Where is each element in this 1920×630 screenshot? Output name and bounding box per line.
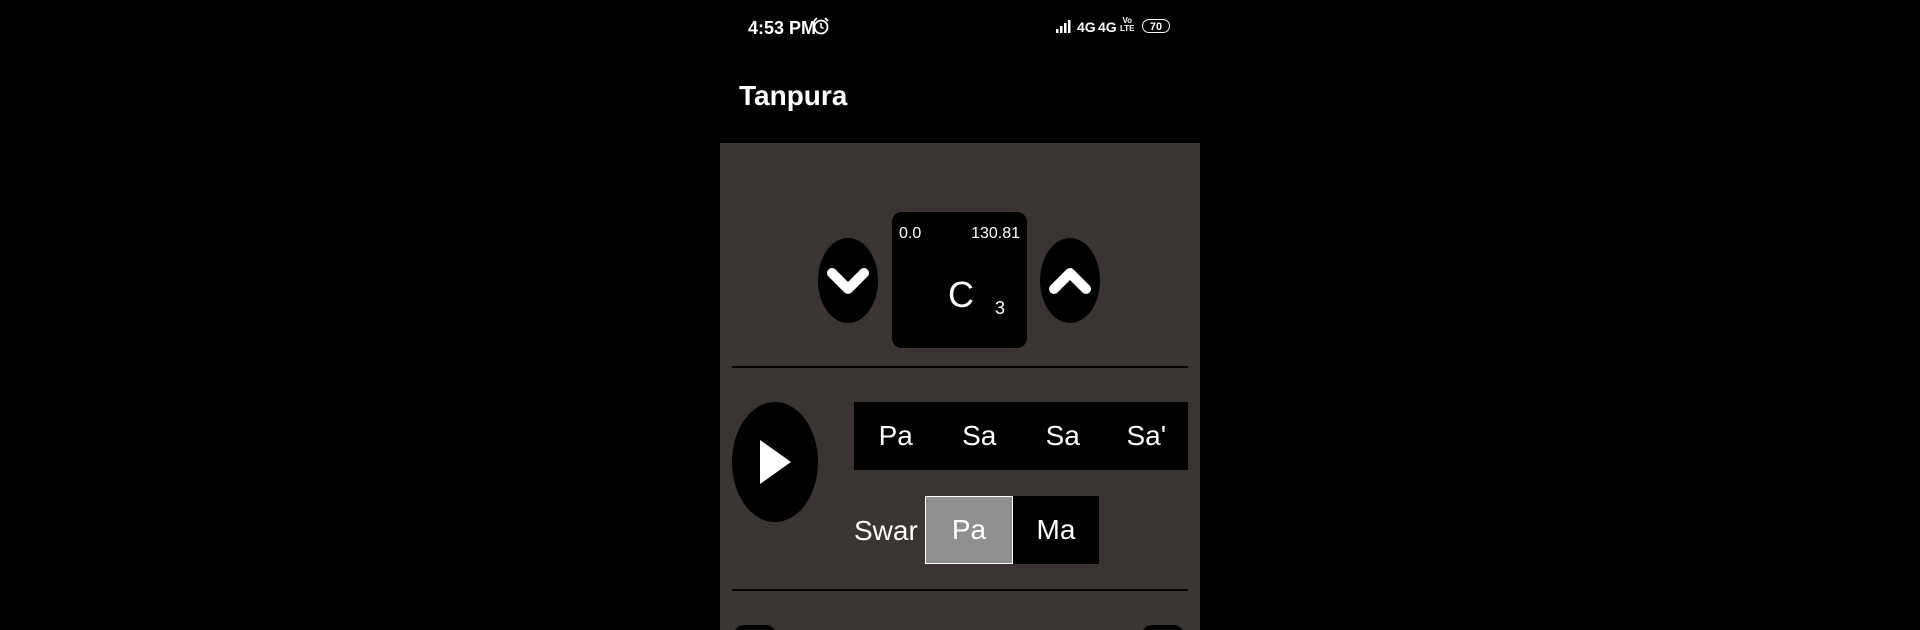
octave-number: 3 bbox=[995, 298, 1006, 318]
volte-indicator: Vo LTE bbox=[1120, 17, 1135, 33]
string-4-button[interactable]: Sa' bbox=[1105, 402, 1189, 470]
alarm-icon bbox=[812, 16, 830, 41]
swar-toggle: Pa Ma bbox=[925, 496, 1099, 564]
status-time: 4:53 PM bbox=[748, 18, 817, 38]
signal-icon bbox=[1056, 19, 1074, 38]
control-left-partial[interactable] bbox=[734, 625, 776, 630]
pitch-up-button[interactable] bbox=[1040, 238, 1100, 323]
frequency-value: 130.81 bbox=[971, 225, 1020, 242]
tanpura-panel: 0.0 130.81 C 3 Pa Sa Sa Sa' Swar Pa Ma bbox=[720, 143, 1200, 630]
string-3-button[interactable]: Sa bbox=[1021, 402, 1105, 470]
string-2-button[interactable]: Sa bbox=[938, 402, 1022, 470]
phone-screen: 4:53 PM 4G 4G Vo LTE 70 Tanpura 0.0 130.… bbox=[720, 0, 1200, 630]
swar-option-pa[interactable]: Pa bbox=[925, 496, 1013, 564]
divider bbox=[732, 366, 1188, 368]
app-title: Tanpura bbox=[739, 80, 848, 111]
string-selector: Pa Sa Sa Sa' bbox=[854, 402, 1188, 470]
play-button[interactable] bbox=[732, 402, 818, 522]
divider bbox=[732, 589, 1188, 591]
play-icon bbox=[760, 440, 791, 484]
swar-label: Swar bbox=[854, 515, 918, 546]
chevron-down-icon bbox=[827, 267, 869, 294]
pitch-down-button[interactable] bbox=[818, 238, 878, 323]
battery-indicator: 70 bbox=[1142, 19, 1170, 33]
network-type-1: 4G bbox=[1077, 19, 1096, 35]
cents-value: 0.0 bbox=[899, 225, 922, 242]
pitch-display: 0.0 130.81 C 3 bbox=[892, 212, 1027, 348]
note-name: C bbox=[948, 274, 974, 315]
network-type-2: 4G bbox=[1098, 19, 1117, 35]
control-right-partial[interactable] bbox=[1142, 625, 1184, 630]
swar-option-ma[interactable]: Ma bbox=[1013, 496, 1099, 564]
status-bar: 4:53 PM 4G 4G Vo LTE 70 bbox=[720, 0, 1200, 56]
chevron-up-icon bbox=[1049, 267, 1091, 294]
string-1-button[interactable]: Pa bbox=[854, 402, 938, 470]
volte-bottom: LTE bbox=[1120, 24, 1135, 33]
